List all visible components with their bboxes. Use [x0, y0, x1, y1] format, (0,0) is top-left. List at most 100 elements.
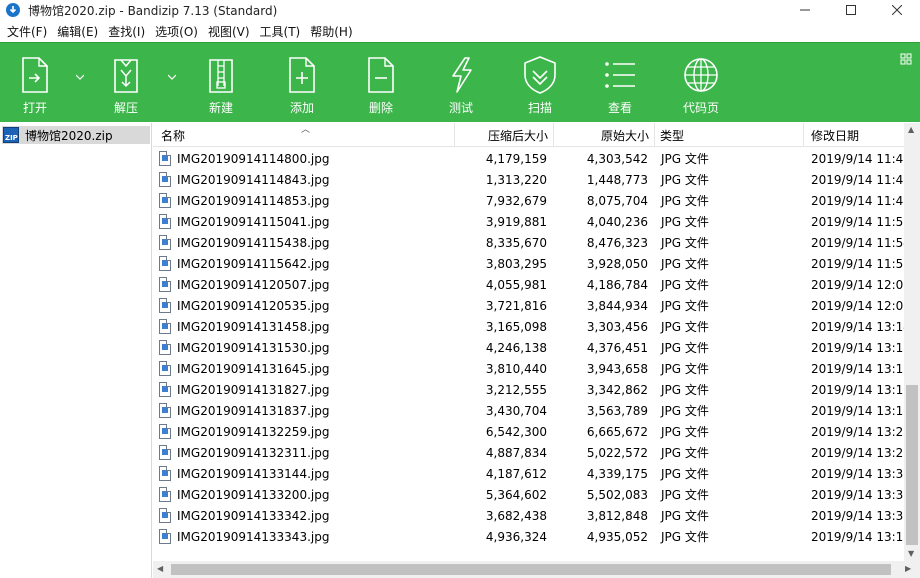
column-header-modified[interactable]: 修改日期 — [811, 123, 911, 147]
jpg-file-icon — [159, 382, 171, 397]
add-button[interactable]: 添加 — [280, 43, 324, 123]
jpg-file-icon — [159, 403, 171, 418]
file-type: JPG 文件 — [661, 173, 709, 187]
jpg-file-icon — [159, 340, 171, 355]
open-icon — [19, 55, 51, 95]
layout-grid-icon[interactable] — [900, 53, 912, 68]
menu-help[interactable]: 帮助(H) — [305, 23, 357, 40]
column-divider[interactable] — [803, 123, 804, 147]
extract-button[interactable]: 解压 — [104, 43, 148, 123]
maximize-button[interactable] — [828, 0, 874, 20]
file-packed-size: 3,803,295 — [485, 256, 547, 271]
archive-tree-pane: ZIP 博物馆2020.zip — [0, 123, 152, 578]
delete-button[interactable]: 删除 — [359, 43, 403, 123]
file-name: IMG20190914114800.jpg — [177, 151, 330, 166]
file-row[interactable]: IMG20190914131645.jpg 3,810,440 3,943,658 J… — [153, 358, 920, 379]
view-button[interactable]: 查看 — [598, 43, 642, 123]
jpg-file-icon — [159, 361, 171, 376]
zip-file-icon: ZIP — [3, 127, 19, 143]
file-row[interactable]: IMG20190914132259.jpg 6,542,300 6,665,672 J… — [153, 421, 920, 442]
file-row[interactable]: IMG20190914133343.jpg 4,936,324 4,935,052 J… — [153, 526, 920, 547]
file-list-pane: ︿ 名称 压缩后大小 原始大小 类型 修改日期 IMG2019091411480… — [153, 123, 920, 578]
file-row[interactable]: IMG20190914133200.jpg 5,364,602 5,502,083 J… — [153, 484, 920, 505]
menu-edit[interactable]: 编辑(E) — [52, 23, 103, 40]
column-header-type[interactable]: 类型 — [660, 123, 800, 147]
file-row[interactable]: IMG20190914132311.jpg 4,887,834 5,022,572 J… — [153, 442, 920, 463]
test-label: 测试 — [448, 101, 473, 115]
menu-view[interactable]: 视图(V) — [203, 23, 255, 40]
open-label: 打开 — [22, 101, 47, 115]
file-type: JPG 文件 — [661, 488, 709, 502]
file-row[interactable]: IMG20190914133342.jpg 3,682,438 3,812,848 J… — [153, 505, 920, 526]
file-row[interactable]: IMG20190914120535.jpg 3,721,816 3,844,934 J… — [153, 295, 920, 316]
jpg-file-icon — [159, 172, 171, 187]
scroll-right-icon[interactable]: ▶ — [905, 564, 911, 573]
menu-file[interactable]: 文件(F) — [2, 23, 52, 40]
file-row[interactable]: IMG20190914115438.jpg 8,335,670 8,476,323 J… — [153, 232, 920, 253]
file-packed-size: 1,313,220 — [485, 172, 547, 187]
tree-item-label: 博物馆2020.zip — [25, 128, 113, 143]
scroll-left-icon[interactable]: ◀ — [157, 564, 163, 573]
file-row[interactable]: IMG20190914115041.jpg 3,919,881 4,040,236 J… — [153, 211, 920, 232]
file-type: JPG 文件 — [661, 215, 709, 229]
horizontal-scrollbar[interactable]: ◀ ▶ — [153, 561, 920, 578]
file-row[interactable]: IMG20190914120507.jpg 4,055,981 4,186,784 J… — [153, 274, 920, 295]
file-type: JPG 文件 — [661, 446, 709, 460]
tree-item-archive[interactable]: ZIP 博物馆2020.zip — [2, 126, 150, 144]
file-original-size: 3,563,789 — [586, 403, 648, 418]
file-row[interactable]: IMG20190914115642.jpg 3,803,295 3,928,050 J… — [153, 253, 920, 274]
file-original-size: 3,844,934 — [586, 298, 648, 313]
file-row[interactable]: IMG20190914114843.jpg 1,313,220 1,448,773 J… — [153, 169, 920, 190]
test-button[interactable]: 测试 — [439, 43, 483, 123]
menu-options[interactable]: 选项(O) — [150, 23, 203, 40]
scan-button[interactable]: 扫描 — [518, 43, 562, 123]
codepage-button[interactable]: 代码页 — [676, 43, 726, 123]
file-row[interactable]: IMG20190914131837.jpg 3,430,704 3,563,789 J… — [153, 400, 920, 421]
file-list-header: ︿ 名称 压缩后大小 原始大小 类型 修改日期 — [153, 123, 920, 147]
file-original-size: 3,342,862 — [586, 382, 648, 397]
file-row[interactable]: IMG20190914114800.jpg 4,179,159 4,303,542 J… — [153, 148, 920, 169]
file-name: IMG20190914115642.jpg — [177, 256, 330, 271]
horizontal-scroll-thumb[interactable] — [171, 564, 891, 575]
open-dropdown-icon[interactable] — [75, 69, 85, 83]
file-original-size: 3,812,848 — [586, 508, 648, 523]
jpg-file-icon — [159, 235, 171, 250]
file-type: JPG 文件 — [661, 362, 709, 376]
scroll-down-icon[interactable]: ▼ — [908, 549, 914, 558]
minimize-button[interactable] — [782, 0, 828, 20]
column-divider[interactable] — [654, 123, 655, 147]
jpg-file-icon — [159, 424, 171, 439]
extract-dropdown-icon[interactable] — [167, 69, 177, 83]
file-name: IMG20190914132259.jpg — [177, 424, 330, 439]
vertical-scroll-thumb[interactable] — [906, 385, 918, 545]
jpg-file-icon — [159, 298, 171, 313]
vertical-scrollbar[interactable]: ▲ ▼ — [904, 123, 920, 561]
column-header-name[interactable]: 名称 — [161, 123, 451, 147]
file-packed-size: 3,721,816 — [485, 298, 547, 313]
jpg-file-icon — [159, 529, 171, 544]
scroll-up-icon[interactable]: ▲ — [908, 125, 914, 134]
file-name: IMG20190914115041.jpg — [177, 214, 330, 229]
file-row[interactable]: IMG20190914131530.jpg 4,246,138 4,376,451 J… — [153, 337, 920, 358]
file-row[interactable]: IMG20190914131827.jpg 3,212,555 3,342,862 J… — [153, 379, 920, 400]
open-button[interactable]: 打开 — [14, 43, 56, 123]
file-type: JPG 文件 — [661, 383, 709, 397]
file-packed-size: 4,936,324 — [485, 529, 547, 544]
file-row[interactable]: IMG20190914131458.jpg 3,165,098 3,303,456 J… — [153, 316, 920, 337]
minimize-icon — [800, 9, 810, 11]
file-row[interactable]: IMG20190914133144.jpg 4,187,612 4,339,175 J… — [153, 463, 920, 484]
column-header-size[interactable]: 原始大小 — [554, 123, 649, 147]
menu-tools[interactable]: 工具(T) — [255, 23, 306, 40]
jpg-file-icon — [159, 256, 171, 271]
file-name: IMG20190914131458.jpg — [177, 319, 330, 334]
new-archive-button[interactable]: 新建 — [199, 43, 243, 123]
file-type: JPG 文件 — [661, 194, 709, 208]
file-packed-size: 3,165,098 — [485, 319, 547, 334]
file-type: JPG 文件 — [661, 467, 709, 481]
file-original-size: 5,022,572 — [586, 445, 648, 460]
file-packed-size: 4,055,981 — [485, 277, 547, 292]
menu-find[interactable]: 查找(I) — [103, 23, 150, 40]
file-row[interactable]: IMG20190914114853.jpg 7,932,679 8,075,704 J… — [153, 190, 920, 211]
close-button[interactable] — [874, 0, 920, 20]
column-header-packed[interactable]: 压缩后大小 — [455, 123, 548, 147]
